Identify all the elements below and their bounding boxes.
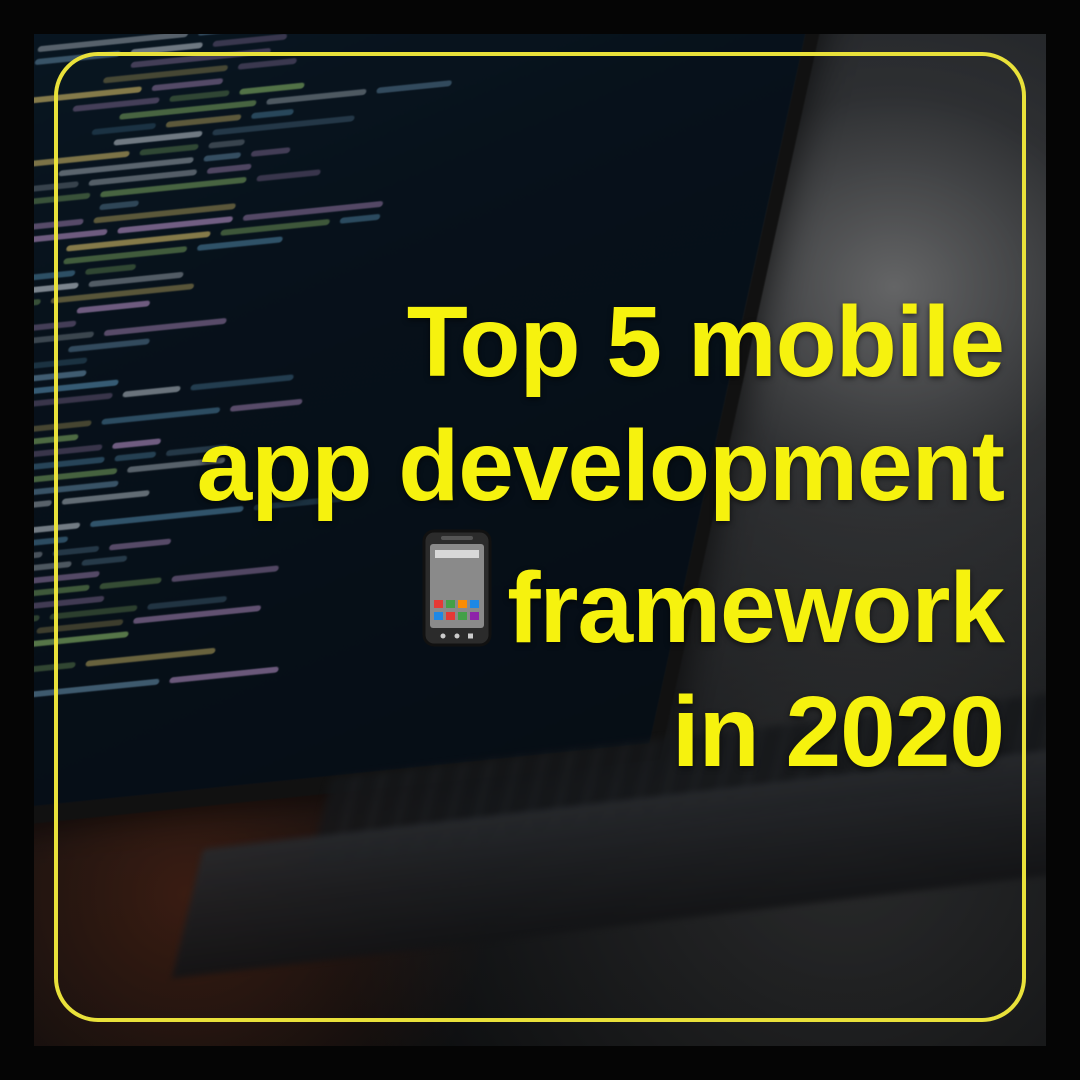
headline-line-3: framework — [104, 528, 1005, 670]
headline-line-4: in 2020 — [671, 676, 1005, 788]
headline: Top 5 mobile app development framework i… — [104, 280, 1005, 794]
headline-line-1: Top 5 mobile — [406, 286, 1005, 398]
mobile-phone-icon — [422, 529, 492, 647]
headline-line-2: app development — [196, 410, 1005, 522]
headline-line-3-text: framework — [507, 552, 1005, 664]
poster: Top 5 mobile app development framework i… — [0, 0, 1080, 1080]
